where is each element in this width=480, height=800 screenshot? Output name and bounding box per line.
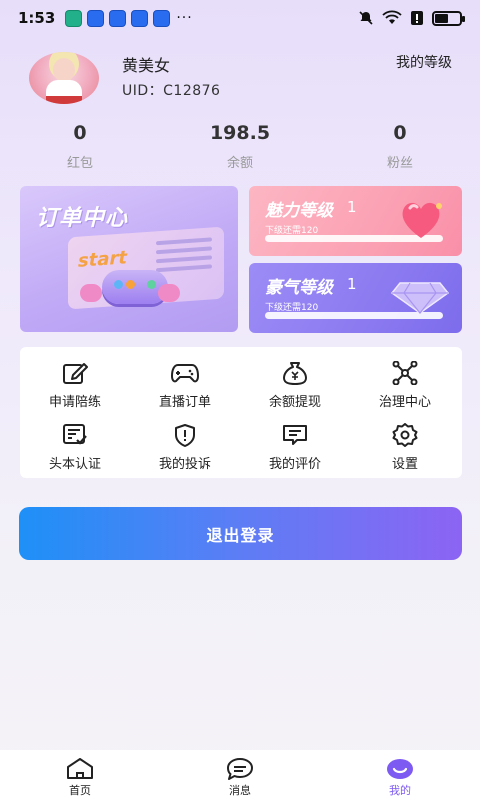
avatar[interactable]: [29, 52, 99, 104]
function-grid: 申请陪练 直播订单 余额提现 治理中心 头本认证 我的投诉 我的评价 设置: [20, 347, 462, 478]
stat-red-packet[interactable]: 0 红包: [0, 122, 160, 171]
complaint-icon: [175, 424, 195, 447]
wealth-level-title: 豪气等级: [265, 278, 333, 298]
stat-label: 余额: [226, 156, 253, 171]
logout-button[interactable]: 退出登录: [19, 507, 462, 560]
stat-label: 红包: [66, 156, 93, 171]
function-label: 余额提现: [268, 395, 321, 410]
stat-value: 0: [73, 122, 87, 144]
avatar-face: [53, 58, 75, 82]
my-complaints-button[interactable]: 我的投诉: [130, 423, 240, 472]
stat-value: 0: [393, 122, 407, 144]
nav-home[interactable]: 首页: [0, 750, 160, 800]
order-center-title: 订单中心: [36, 206, 129, 231]
more-notifications-icon: ···: [176, 10, 193, 26]
settings-button[interactable]: 设置: [350, 423, 460, 472]
function-label: 申请陪练: [48, 395, 101, 410]
message-icon: [227, 758, 253, 780]
order-center-card[interactable]: 订单中心 start: [20, 186, 238, 332]
live-orders-button[interactable]: 直播订单: [130, 361, 240, 410]
home-icon: [67, 758, 93, 779]
app-notification-icon: [153, 9, 171, 27]
charm-level-number: 1: [347, 198, 357, 216]
stats-row: 0 红包 198.5 余额 0 粉丝: [0, 122, 480, 171]
function-label: 治理中心: [378, 395, 431, 410]
status-right: [358, 10, 465, 26]
charm-level-card[interactable]: 魅力等级 1 下级还需120: [249, 186, 462, 256]
diamond-icon: [390, 282, 450, 314]
gamepad-illustration-icon: [102, 270, 168, 304]
governance-center-button[interactable]: 治理中心: [350, 361, 460, 410]
status-time: 1:53: [18, 9, 56, 27]
comment-icon: [283, 425, 307, 445]
hand-illustration-icon: [80, 284, 102, 302]
edit-icon: [63, 363, 88, 384]
network-icon: [392, 361, 418, 385]
screen-lines: [156, 237, 212, 277]
function-label: 我的投诉: [158, 457, 211, 472]
certification-button[interactable]: 头本认证: [20, 423, 130, 472]
battery-icon: [432, 10, 465, 26]
user-id: UID：C12876: [122, 83, 221, 99]
function-label: 头本认证: [48, 457, 101, 472]
stat-fans[interactable]: 0 粉丝: [320, 122, 480, 171]
app-notification-icon: [87, 9, 105, 27]
charm-level-title: 魅力等级: [265, 201, 333, 221]
stat-balance[interactable]: 198.5 余额: [160, 122, 320, 171]
mute-icon: [359, 11, 373, 25]
my-reviews-button[interactable]: 我的评价: [240, 423, 350, 472]
app-notification-icon: [109, 9, 127, 27]
nav-label: 我的: [389, 784, 411, 797]
my-level-link[interactable]: 我的等级: [396, 52, 452, 72]
gear-icon: [392, 423, 418, 447]
nav-mine[interactable]: 我的: [320, 750, 480, 800]
alert-icon: [411, 11, 423, 25]
battery-fill: [435, 13, 449, 23]
function-label: 设置: [391, 457, 418, 472]
hand-illustration-icon: [158, 284, 180, 302]
wealth-level-card[interactable]: 豪气等级 1 下级还需120: [249, 263, 462, 333]
nav-messages[interactable]: 消息: [160, 750, 320, 800]
status-notification-icons: [65, 9, 171, 27]
gamepad-icon: [171, 364, 199, 383]
start-text: start: [78, 247, 127, 272]
wealth-level-number: 1: [347, 275, 357, 293]
app-notification-icon: [65, 9, 83, 27]
withdraw-balance-button[interactable]: 余额提现: [240, 361, 350, 410]
avatar-body: [46, 80, 82, 104]
apply-coach-button[interactable]: 申请陪练: [20, 361, 130, 410]
function-label: 我的评价: [268, 457, 321, 472]
username: 黄美女: [122, 56, 171, 75]
function-label: 直播订单: [158, 395, 211, 410]
heart-icon: [402, 202, 442, 238]
nav-label: 消息: [229, 784, 251, 797]
wifi-icon: [382, 10, 402, 24]
status-bar: 1:53 ···: [0, 0, 480, 36]
profile-icon: [387, 759, 413, 779]
money-bag-icon: [283, 362, 307, 385]
stat-value: 198.5: [209, 122, 271, 144]
nav-label: 首页: [69, 784, 91, 797]
certificate-icon: [63, 424, 87, 445]
stat-label: 粉丝: [386, 156, 413, 171]
app-notification-icon: [131, 9, 149, 27]
bottom-nav: 首页 消息 我的: [0, 750, 480, 800]
